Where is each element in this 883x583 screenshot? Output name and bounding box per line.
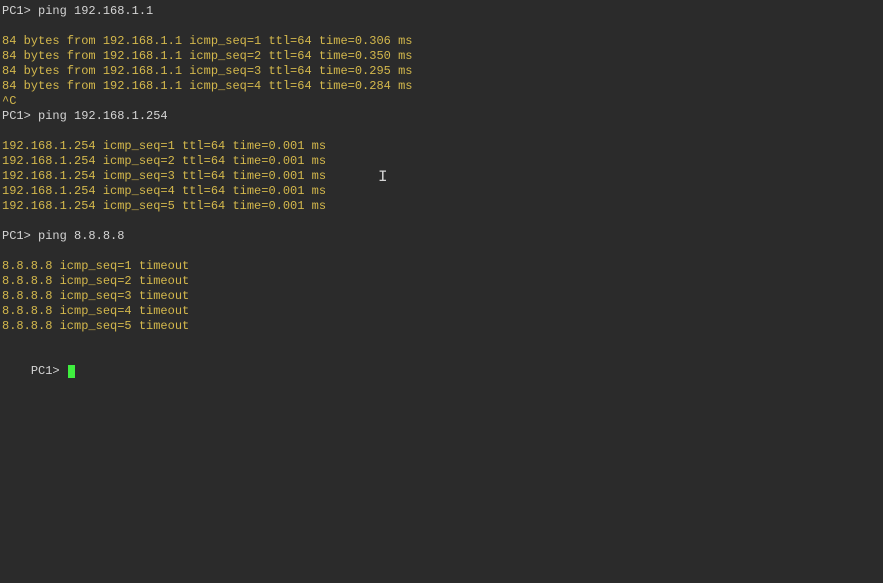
terminal-output-region: PC1> ping 192.168.1.1 84 bytes from 192.1… — [2, 4, 881, 349]
terminal-output-line: 192.168.1.254 icmp_seq=1 ttl=64 time=0.0… — [2, 139, 881, 154]
terminal-output-line: 8.8.8.8 icmp_seq=4 timeout — [2, 304, 881, 319]
terminal-output-line: 192.168.1.254 icmp_seq=3 ttl=64 time=0.0… — [2, 169, 881, 184]
terminal-output-line: 8.8.8.8 icmp_seq=5 timeout — [2, 319, 881, 334]
terminal-output-line: 8.8.8.8 icmp_seq=2 timeout — [2, 274, 881, 289]
terminal-output-line: 192.168.1.254 icmp_seq=2 ttl=64 time=0.0… — [2, 154, 881, 169]
block-cursor-icon — [68, 365, 75, 378]
terminal-output-line: 84 bytes from 192.168.1.1 icmp_seq=3 ttl… — [2, 64, 881, 79]
terminal-window[interactable]: PC1> ping 192.168.1.1 84 bytes from 192.1… — [2, 4, 881, 579]
terminal-output-line: 8.8.8.8 icmp_seq=1 timeout — [2, 259, 881, 274]
terminal-blank-line — [2, 19, 881, 34]
terminal-output-line: 192.168.1.254 icmp_seq=5 ttl=64 time=0.0… — [2, 199, 881, 214]
terminal-output-line: ^C — [2, 94, 881, 109]
terminal-command-line: PC1> ping 8.8.8.8 — [2, 229, 881, 244]
terminal-command-line: PC1> ping 192.168.1.1 — [2, 4, 881, 19]
terminal-prompt-label: PC1> — [31, 364, 67, 378]
terminal-output-line: 8.8.8.8 icmp_seq=3 timeout — [2, 289, 881, 304]
terminal-command-line: PC1> ping 192.168.1.254 — [2, 109, 881, 124]
terminal-output-line: 84 bytes from 192.168.1.1 icmp_seq=2 ttl… — [2, 49, 881, 64]
terminal-current-prompt-line[interactable]: PC1> — [2, 349, 881, 394]
terminal-blank-line — [2, 334, 881, 349]
terminal-blank-line — [2, 244, 881, 259]
terminal-blank-line — [2, 214, 881, 229]
terminal-output-line: 192.168.1.254 icmp_seq=4 ttl=64 time=0.0… — [2, 184, 881, 199]
terminal-blank-line — [2, 124, 881, 139]
terminal-output-line: 84 bytes from 192.168.1.1 icmp_seq=4 ttl… — [2, 79, 881, 94]
terminal-output-line: 84 bytes from 192.168.1.1 icmp_seq=1 ttl… — [2, 34, 881, 49]
